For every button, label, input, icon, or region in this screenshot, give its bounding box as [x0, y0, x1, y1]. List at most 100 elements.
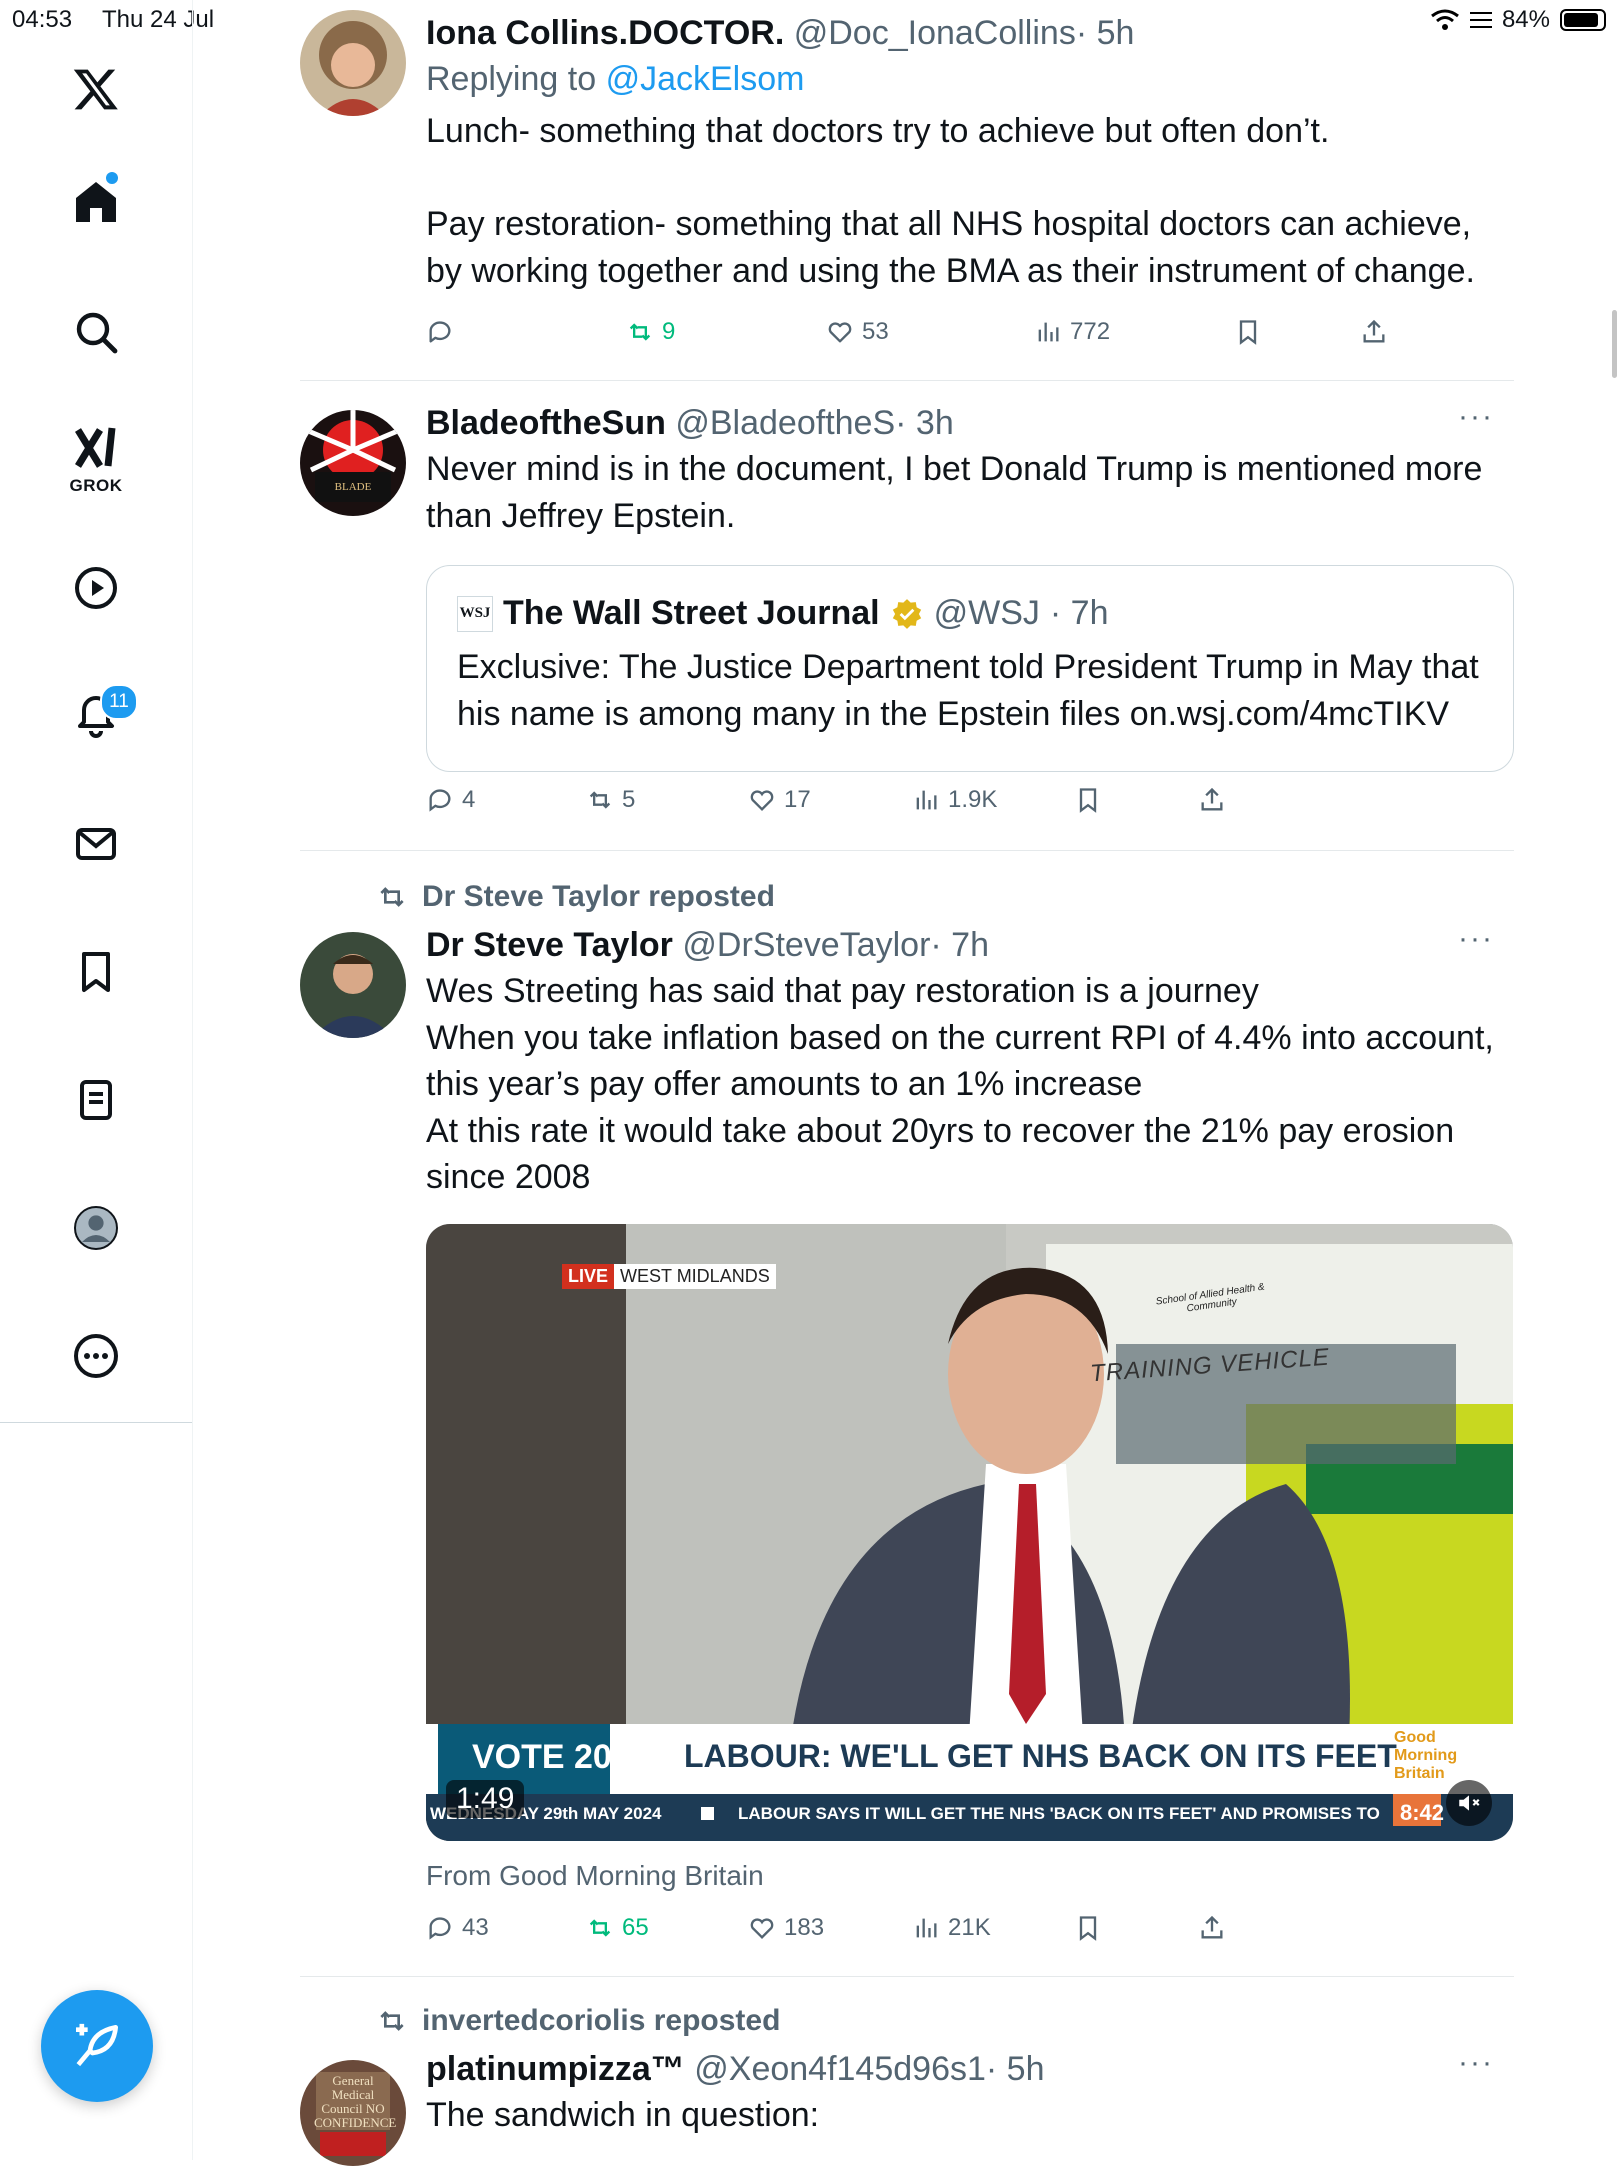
- repost-count: 9: [662, 318, 676, 345]
- nav-bookmarks[interactable]: [60, 936, 132, 1008]
- video-play-icon: [75, 567, 117, 609]
- repost-button[interactable]: 65: [586, 1914, 649, 1942]
- repost-icon: [589, 791, 611, 809]
- nav-search[interactable]: [60, 296, 132, 368]
- tweet-header: Dr Steve Taylor @DrSteveTaylor· 7h: [426, 922, 1514, 968]
- tweet-body: Dr Steve Taylor @DrSteveTaylor· 7h Wes S…: [426, 922, 1514, 1201]
- timestamp[interactable]: · 5h: [986, 2050, 1045, 2088]
- avatar[interactable]: [300, 10, 406, 116]
- reply-icon: [429, 1917, 451, 1940]
- bookmark-button[interactable]: [1234, 318, 1262, 346]
- tweet-text: Wes Streeting has said that pay restorat…: [426, 972, 1494, 1196]
- avatar[interactable]: General Medical Council NO CONFIDENCE: [300, 2060, 406, 2166]
- scrollbar[interactable]: [1612, 310, 1617, 378]
- tweet-1[interactable]: Iona Collins.DOCTOR. @Doc_IonaCollins· 5…: [300, 10, 1514, 370]
- heart-icon: [750, 1918, 774, 1939]
- quoted-tweet[interactable]: WSJ The Wall Street Journal @WSJ · 7h Exc…: [426, 565, 1514, 772]
- share-button[interactable]: [1198, 1914, 1226, 1942]
- timestamp[interactable]: · 5h: [1076, 14, 1135, 52]
- like-count: 17: [784, 786, 811, 813]
- x-logo[interactable]: [60, 53, 132, 125]
- bookmark-button[interactable]: [1074, 786, 1102, 814]
- repost-icon: [629, 323, 651, 341]
- repost-button[interactable]: 5: [586, 786, 635, 814]
- views-icon: [916, 790, 937, 810]
- profile-icon: [74, 1206, 118, 1250]
- replying-to: Replying to @JackElsom: [426, 56, 1514, 102]
- avatar-text: General Medical Council NO CONFIDENCE: [314, 2073, 397, 2130]
- sidebar-divider: [0, 1422, 192, 1423]
- repost-icon: [380, 887, 404, 907]
- handle[interactable]: @DrSteveTaylor: [682, 926, 930, 964]
- nav-grok[interactable]: [60, 412, 132, 484]
- timestamp[interactable]: · 7h: [930, 926, 989, 964]
- tweet-actions: 9 53 772: [426, 318, 1426, 358]
- repost-attribution[interactable]: invertedcoriolis reposted: [376, 2004, 780, 2038]
- nav-video[interactable]: [60, 552, 132, 624]
- timestamp[interactable]: · 3h: [895, 404, 954, 442]
- reply-handle-link[interactable]: @JackElsom: [606, 60, 805, 98]
- nav-lists[interactable]: [60, 1064, 132, 1136]
- tweet-header: platinumpizza™ @Xeon4f145d96s1· 5h: [426, 2046, 1514, 2092]
- share-button[interactable]: [1198, 786, 1226, 814]
- display-name[interactable]: Iona Collins.DOCTOR.: [426, 14, 784, 52]
- quote-display-name: The Wall Street Journal: [503, 594, 880, 632]
- avatar-image: [300, 10, 406, 116]
- mute-button[interactable]: [1446, 1780, 1492, 1826]
- handle[interactable]: @Xeon4f145d96s1: [694, 2050, 986, 2088]
- bookmark-icon: [1079, 1916, 1097, 1941]
- reply-button[interactable]: [426, 318, 454, 346]
- video-player[interactable]: LIVE WEST MIDLANDS School of Allied Heal…: [426, 1224, 1513, 1841]
- nav-home[interactable]: [60, 166, 132, 238]
- repost-icon: [589, 1919, 611, 1937]
- live-location: WEST MIDLANDS: [614, 1264, 776, 1289]
- display-name[interactable]: Dr Steve Taylor: [426, 926, 673, 964]
- handle[interactable]: @Doc_IonaCollins: [794, 14, 1076, 52]
- handle[interactable]: @BladeoftheS: [675, 404, 895, 442]
- avatar[interactable]: [300, 932, 406, 1038]
- live-tag: LIVE: [562, 1264, 615, 1289]
- reply-icon: [429, 321, 451, 343]
- svg-text:BLADE: BLADE: [335, 481, 372, 493]
- compose-feather-icon: [76, 2023, 118, 2067]
- like-button[interactable]: 183: [748, 1914, 824, 1942]
- tweet-4[interactable]: General Medical Council NO CONFIDENCE ··…: [300, 2046, 1514, 2166]
- reply-button[interactable]: 43: [426, 1914, 489, 1942]
- gmb-logo: Good Morning Britain: [1394, 1729, 1458, 1782]
- reply-button[interactable]: 4: [426, 786, 475, 814]
- ticker-text: LABOUR SAYS IT WILL GET THE NHS 'BACK ON…: [738, 1804, 1380, 1823]
- view-count: 21K: [948, 1914, 991, 1941]
- like-button[interactable]: 53: [826, 318, 889, 346]
- search-icon: [76, 312, 118, 354]
- nav-messages[interactable]: [60, 808, 132, 880]
- notifications-badge: 11: [100, 684, 138, 720]
- compose-button[interactable]: [41, 1990, 153, 2102]
- replying-to-label: Replying to: [426, 60, 597, 98]
- share-icon: [1363, 319, 1385, 343]
- bookmark-icon: [1239, 320, 1257, 345]
- display-name[interactable]: platinumpizza™: [426, 2050, 685, 2088]
- ticker-separator: [701, 1807, 714, 1820]
- x-logo-icon: [73, 69, 118, 110]
- lists-icon: [80, 1080, 112, 1120]
- display-name[interactable]: BladeoftheSun: [426, 404, 666, 442]
- views-button[interactable]: 1.9K: [912, 786, 997, 814]
- share-button[interactable]: [1360, 318, 1388, 346]
- avatar[interactable]: BLADE: [300, 410, 406, 516]
- sidebar: GROK 11: [0, 0, 193, 2160]
- video-source-label[interactable]: From Good Morning Britain: [426, 1860, 764, 1892]
- views-button[interactable]: 21K: [912, 1914, 991, 1942]
- repost-count: 5: [622, 786, 636, 813]
- views-icon: [916, 1918, 937, 1938]
- views-button[interactable]: 772: [1034, 318, 1110, 346]
- tweet-divider: [300, 1976, 1514, 1977]
- bookmark-button[interactable]: [1074, 1914, 1102, 1942]
- repost-icon: [380, 2011, 404, 2031]
- repost-attribution[interactable]: Dr Steve Taylor reposted: [376, 880, 775, 914]
- repost-button[interactable]: 9: [626, 318, 675, 346]
- nav-more[interactable]: [60, 1320, 132, 1392]
- grok-label: GROK: [69, 476, 123, 495]
- like-button[interactable]: 17: [748, 786, 811, 814]
- nav-profile[interactable]: [60, 1192, 132, 1264]
- views-icon: [1038, 322, 1059, 342]
